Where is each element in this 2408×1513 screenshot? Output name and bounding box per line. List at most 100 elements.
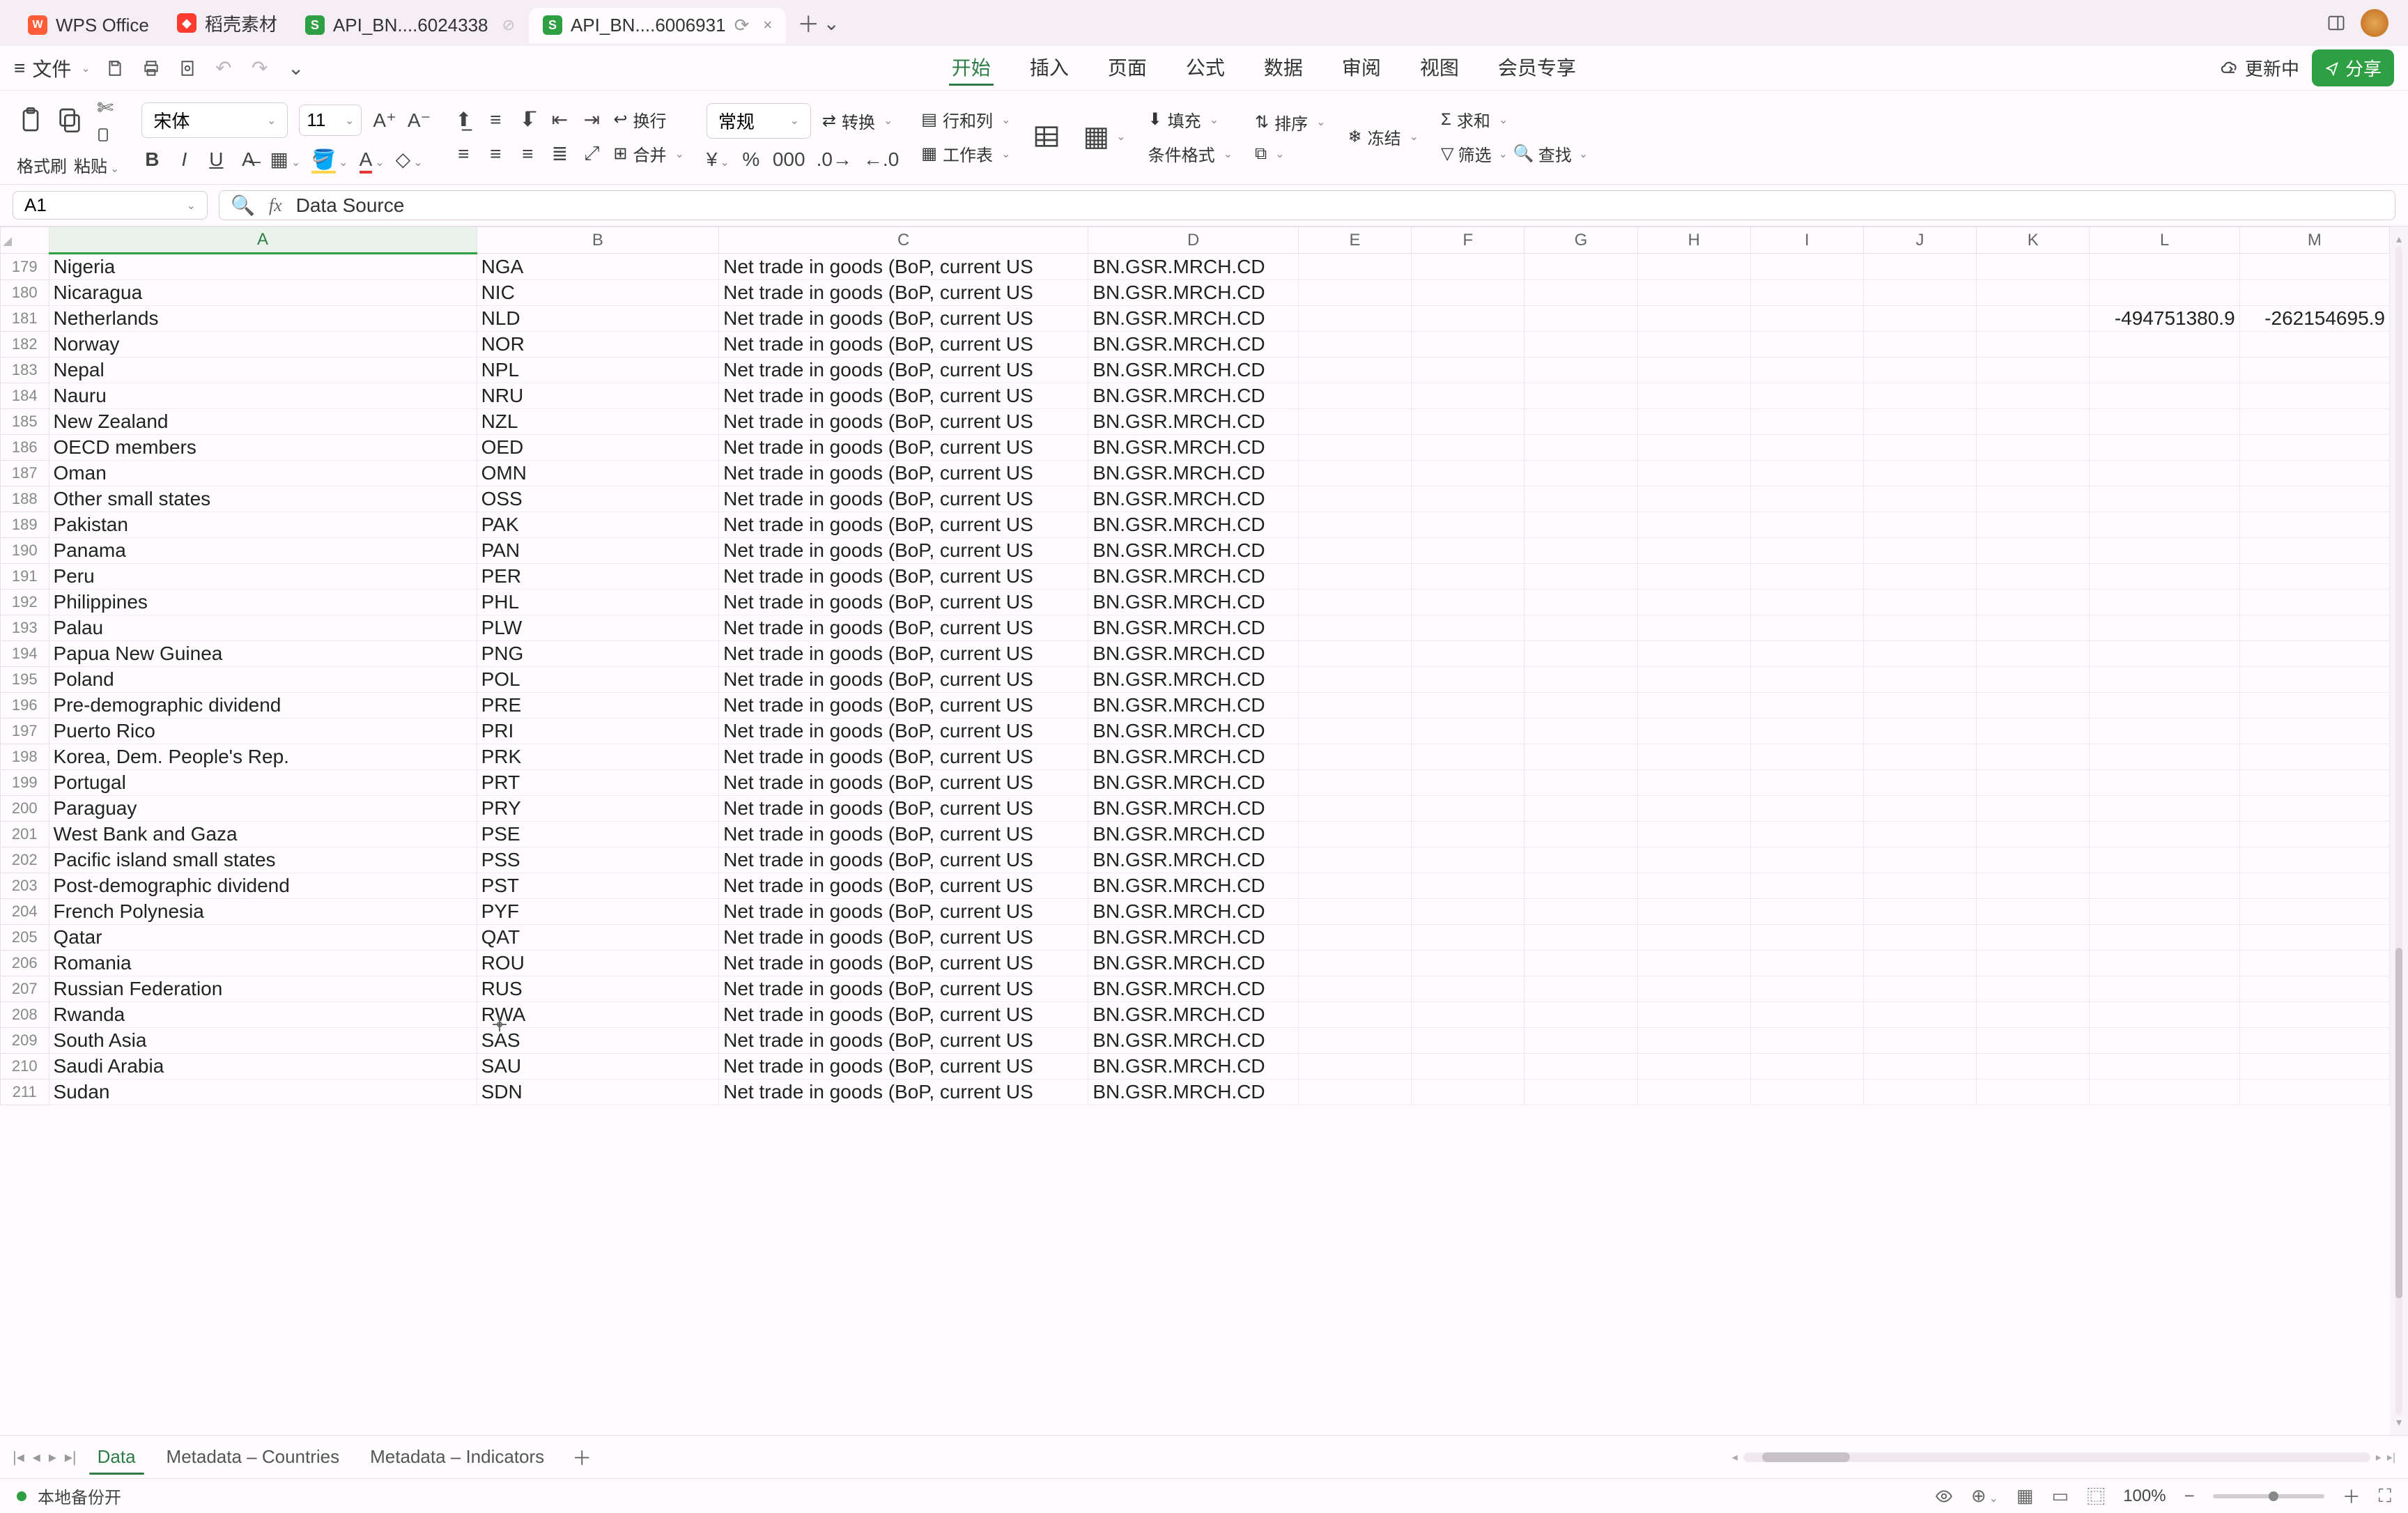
cell[interactable] xyxy=(2239,564,2389,590)
cell[interactable] xyxy=(1525,693,1637,719)
cell[interactable] xyxy=(2239,409,2389,435)
cell[interactable]: Netherlands xyxy=(49,306,477,332)
cell[interactable] xyxy=(1750,796,1863,822)
quick-access-dropdown-icon[interactable]: ⌄ xyxy=(284,56,308,80)
cell[interactable] xyxy=(1750,899,1863,925)
cell[interactable]: New Zealand xyxy=(49,409,477,435)
cell[interactable] xyxy=(1977,280,2090,306)
cell[interactable]: NLD xyxy=(477,306,719,332)
cell[interactable]: Net trade in goods (BoP, current US xyxy=(719,976,1088,1002)
cell[interactable] xyxy=(1412,1080,1525,1105)
cell[interactable] xyxy=(2239,899,2389,925)
row-header[interactable]: 181 xyxy=(1,306,49,332)
cell[interactable] xyxy=(1750,951,1863,976)
cell[interactable] xyxy=(1977,615,2090,641)
worksheet-button[interactable]: ▦ 工作表⌄ xyxy=(921,141,1010,166)
cell[interactable] xyxy=(1637,744,1750,770)
print-preview-icon[interactable] xyxy=(176,56,199,80)
cell[interactable]: Rwanda xyxy=(49,1002,477,1028)
align-justify-icon[interactable]: ≣ xyxy=(549,142,570,165)
cell[interactable]: Other small states xyxy=(49,486,477,512)
cell[interactable]: Net trade in goods (BoP, current US xyxy=(719,1054,1088,1080)
sort-button[interactable]: ⇅ 排序⌄ xyxy=(1255,110,1326,135)
cell[interactable] xyxy=(2239,615,2389,641)
cell[interactable]: BN.GSR.MRCH.CD xyxy=(1088,693,1299,719)
cell[interactable]: Norway xyxy=(49,332,477,358)
cell[interactable] xyxy=(2090,486,2239,512)
cell[interactable]: BN.GSR.MRCH.CD xyxy=(1088,1054,1299,1080)
user-avatar[interactable] xyxy=(2361,9,2388,37)
decrease-decimal-icon[interactable]: ←.0 xyxy=(863,148,899,171)
cell[interactable]: PLW xyxy=(477,615,719,641)
row-header[interactable]: 206 xyxy=(1,951,49,976)
cell[interactable] xyxy=(1977,306,2090,332)
cell[interactable] xyxy=(1412,409,1525,435)
cell[interactable] xyxy=(2090,847,2239,873)
cell[interactable]: PSE xyxy=(477,822,719,847)
cell[interactable] xyxy=(1750,770,1863,796)
cell[interactable]: Puerto Rico xyxy=(49,719,477,744)
cell[interactable] xyxy=(1637,1054,1750,1080)
cell[interactable] xyxy=(1298,1002,1411,1028)
cell[interactable] xyxy=(1525,822,1637,847)
cell[interactable] xyxy=(1863,641,1976,667)
cell[interactable] xyxy=(1298,590,1411,615)
cell[interactable] xyxy=(2239,847,2389,873)
row-header[interactable]: 204 xyxy=(1,899,49,925)
cell[interactable] xyxy=(1525,332,1637,358)
ribbon-tab[interactable]: 开始 xyxy=(949,50,994,86)
cell[interactable] xyxy=(1525,1080,1637,1105)
cell[interactable] xyxy=(1863,1054,1976,1080)
cell[interactable] xyxy=(2090,1028,2239,1054)
cell[interactable]: Net trade in goods (BoP, current US xyxy=(719,280,1088,306)
scroll-up-icon[interactable]: ▴ xyxy=(2396,232,2402,246)
cell[interactable] xyxy=(1863,358,1976,383)
sum-button[interactable]: Σ 求和⌄ xyxy=(1441,107,1588,132)
cell[interactable] xyxy=(1525,512,1637,538)
table-row[interactable]: 192PhilippinesPHLNet trade in goods (BoP… xyxy=(1,590,2390,615)
row-header[interactable]: 182 xyxy=(1,332,49,358)
cell[interactable] xyxy=(2090,512,2239,538)
view-eye-icon[interactable] xyxy=(1935,1487,1953,1505)
cell[interactable] xyxy=(1977,719,2090,744)
cell[interactable] xyxy=(1298,615,1411,641)
cell[interactable] xyxy=(1863,383,1976,409)
column-header[interactable]: G xyxy=(1525,227,1637,254)
zoom-formula-icon[interactable]: 🔍 xyxy=(231,194,255,217)
table-row[interactable]: 194Papua New GuineaPNGNet trade in goods… xyxy=(1,641,2390,667)
cell[interactable]: Net trade in goods (BoP, current US xyxy=(719,590,1088,615)
cell[interactable] xyxy=(1863,538,1976,564)
cell[interactable] xyxy=(2239,512,2389,538)
cell[interactable] xyxy=(1412,693,1525,719)
cell[interactable] xyxy=(1637,512,1750,538)
cell[interactable] xyxy=(2239,254,2389,280)
cell[interactable] xyxy=(1637,873,1750,899)
cell[interactable]: ROU xyxy=(477,951,719,976)
cell[interactable] xyxy=(1525,667,1637,693)
cell[interactable] xyxy=(2239,383,2389,409)
cell[interactable] xyxy=(2090,409,2239,435)
underline-icon[interactable]: U xyxy=(206,148,226,171)
cell[interactable] xyxy=(1750,590,1863,615)
focus-cell-icon[interactable]: ⊕⌄ xyxy=(1971,1485,1998,1507)
save-icon[interactable] xyxy=(103,56,127,80)
cell[interactable] xyxy=(1298,1080,1411,1105)
cell[interactable] xyxy=(1412,719,1525,744)
page-layout-view-icon[interactable]: ▭ xyxy=(2052,1485,2069,1507)
table-row[interactable]: 205QatarQATNet trade in goods (BoP, curr… xyxy=(1,925,2390,951)
cell[interactable]: Qatar xyxy=(49,925,477,951)
cell[interactable] xyxy=(1863,744,1976,770)
cell[interactable] xyxy=(1412,744,1525,770)
cell[interactable] xyxy=(1298,796,1411,822)
cell[interactable] xyxy=(2239,280,2389,306)
column-header[interactable]: L xyxy=(2090,227,2239,254)
table-row[interactable]: 204French PolynesiaPYFNet trade in goods… xyxy=(1,899,2390,925)
cell[interactable]: NRU xyxy=(477,383,719,409)
decrease-font-icon[interactable]: A⁻ xyxy=(408,109,431,132)
cell[interactable] xyxy=(2239,1080,2389,1105)
cell[interactable] xyxy=(1525,486,1637,512)
wrap-text-button[interactable]: ↩ 换行 xyxy=(613,107,666,132)
cell[interactable] xyxy=(1750,667,1863,693)
document-tab[interactable]: WWPS Office xyxy=(14,8,163,43)
cell[interactable]: Net trade in goods (BoP, current US xyxy=(719,564,1088,590)
